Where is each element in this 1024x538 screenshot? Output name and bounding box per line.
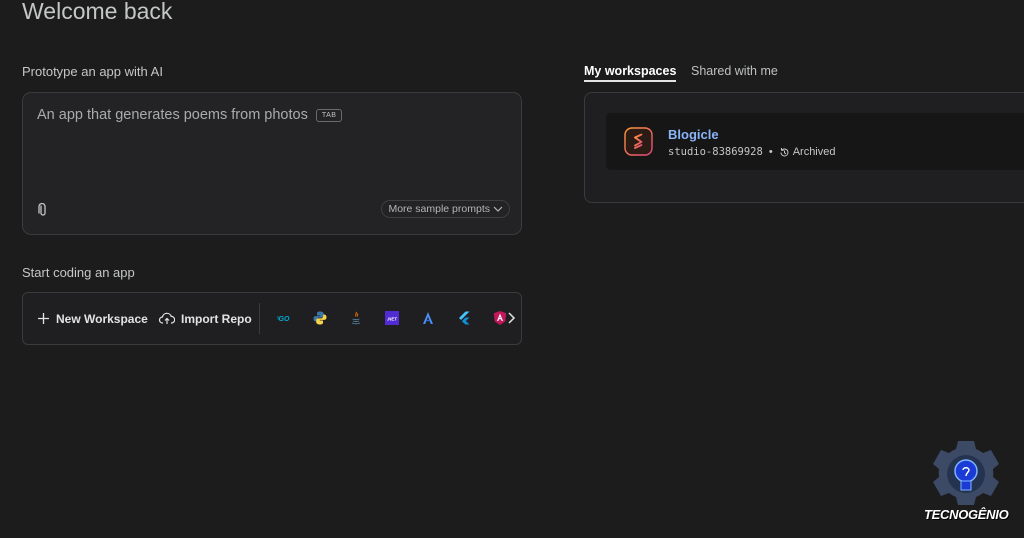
- toolbar-divider: [259, 303, 260, 334]
- new-workspace-label: New Workspace: [56, 311, 148, 326]
- plus-icon: [38, 313, 49, 324]
- attach-icon[interactable]: [37, 203, 49, 217]
- page-title: Welcome back: [22, 0, 173, 24]
- tab-key-badge: TAB: [315, 109, 343, 122]
- workspace-meta: studio-83869928 • Archived: [668, 146, 835, 158]
- python-icon[interactable]: [312, 310, 328, 326]
- new-workspace-button[interactable]: New Workspace: [37, 293, 148, 344]
- svg-text:GO: GO: [279, 316, 290, 323]
- workspace-card[interactable]: Blogicle studio-83869928 • Archived: [606, 113, 1024, 170]
- prompt-placeholder: An app that generates poems from photos T…: [37, 107, 343, 123]
- watermark-text: TECNOGÊNIO: [924, 507, 1009, 522]
- start-coding-toolbar: New Workspace Import Repo GO .NET: [22, 292, 522, 345]
- go-icon[interactable]: GO: [276, 310, 292, 326]
- workspace-status-label: Archived: [792, 146, 836, 158]
- chevron-down-icon: [493, 206, 503, 212]
- prototype-section-label: Prototype an app with AI: [22, 64, 163, 79]
- meta-separator: •: [768, 146, 773, 158]
- coding-section-label: Start coding an app: [22, 265, 135, 280]
- tab-my-workspaces[interactable]: My workspaces: [584, 64, 677, 82]
- workspace-id: studio-83869928: [668, 146, 763, 158]
- import-repo-button[interactable]: Import Repo: [159, 293, 252, 344]
- workspace-name[interactable]: Blogicle: [668, 127, 719, 142]
- flutter-icon[interactable]: [456, 310, 472, 326]
- dotnet-icon[interactable]: .NET: [384, 310, 400, 326]
- cloud-upload-icon: [159, 312, 175, 324]
- svg-text:.NET: .NET: [387, 317, 398, 322]
- java-icon[interactable]: [348, 310, 364, 326]
- prompt-text: An app that generates poems from photos: [37, 107, 308, 123]
- angular-icon[interactable]: [420, 310, 436, 326]
- workspace-status: Archived: [779, 146, 836, 158]
- page: Welcome back Prototype an app with AI An…: [0, 0, 1024, 538]
- more-sample-prompts-button[interactable]: More sample prompts: [381, 200, 510, 218]
- workspace-logo-icon: [624, 127, 653, 156]
- import-repo-label: Import Repo: [181, 311, 252, 326]
- history-icon: [780, 147, 789, 156]
- tab-shared-with-me[interactable]: Shared with me: [691, 64, 778, 78]
- more-sample-prompts-label: More sample prompts: [388, 203, 490, 215]
- chevron-right-icon[interactable]: [506, 311, 516, 325]
- prompt-input[interactable]: An app that generates poems from photos T…: [22, 92, 522, 235]
